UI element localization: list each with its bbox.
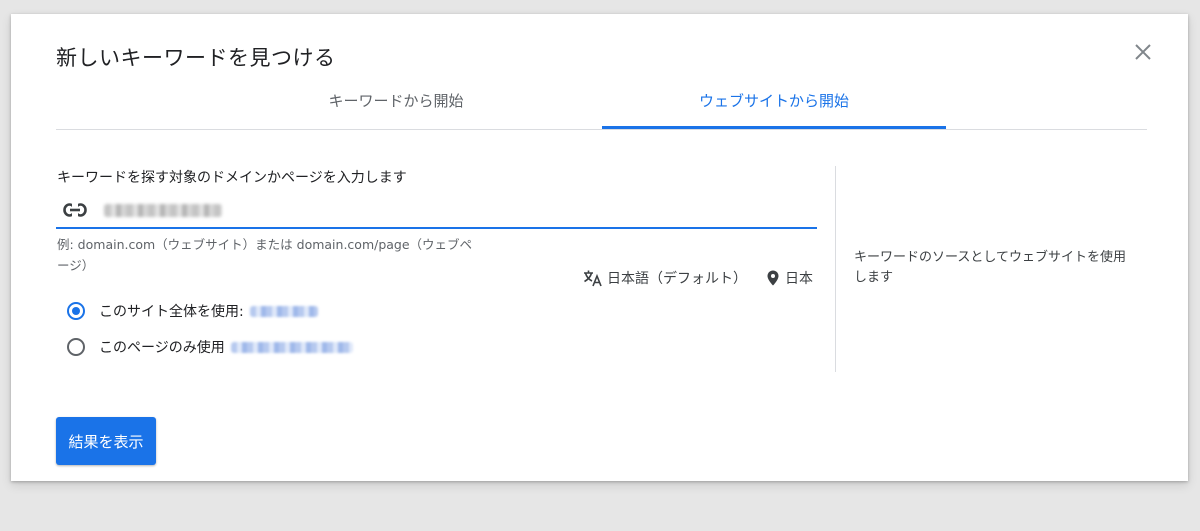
radio-label: このページのみ使用 [99, 340, 225, 356]
page-url-redacted [230, 341, 353, 353]
tab-label: キーワードから開始 [328, 92, 464, 110]
site-url-redacted [249, 305, 318, 317]
radio-entire-site[interactable]: このサイト全体を使用: [67, 301, 318, 321]
radio-button[interactable] [67, 302, 85, 320]
vertical-divider [835, 166, 836, 372]
radio-this-page-only[interactable]: このページのみ使用 [67, 337, 353, 357]
show-results-button[interactable]: 結果を表示 [56, 417, 156, 465]
url-input-value-redacted [104, 204, 222, 217]
url-input[interactable] [56, 196, 817, 229]
tab-label: ウェブサイトから開始 [698, 92, 849, 110]
close-button[interactable] [1131, 40, 1155, 64]
tab-bar: キーワードから開始 ウェブサイトから開始 [56, 88, 1147, 130]
dialog-title: 新しいキーワードを見つける [56, 46, 336, 70]
language-location-row: 日本語（デフォルト） 日本 [583, 268, 813, 288]
side-description: キーワードのソースとしてウェブサイトを使用します [854, 250, 1126, 285]
url-helper-text: 例: domain.com（ウェブサイト）または domain.com/page… [57, 237, 473, 273]
location-selector[interactable]: 日本 [785, 268, 813, 288]
language-selector[interactable]: 日本語（デフォルト） [607, 268, 747, 288]
url-prompt-label: キーワードを探す対象のドメインかページを入力します [57, 170, 407, 186]
location-pin-icon [767, 270, 779, 286]
tab-start-from-website[interactable]: ウェブサイトから開始 [602, 88, 946, 129]
link-icon [63, 202, 87, 218]
radio-button[interactable] [67, 338, 85, 356]
find-keywords-dialog: 新しいキーワードを見つける キーワードから開始 ウェブサイトから開始 キーワード… [11, 14, 1188, 481]
translate-icon [583, 269, 603, 287]
close-icon [1135, 44, 1151, 60]
radio-label: このサイト全体を使用: [99, 304, 244, 320]
tab-start-from-keywords[interactable]: キーワードから開始 [288, 88, 504, 128]
